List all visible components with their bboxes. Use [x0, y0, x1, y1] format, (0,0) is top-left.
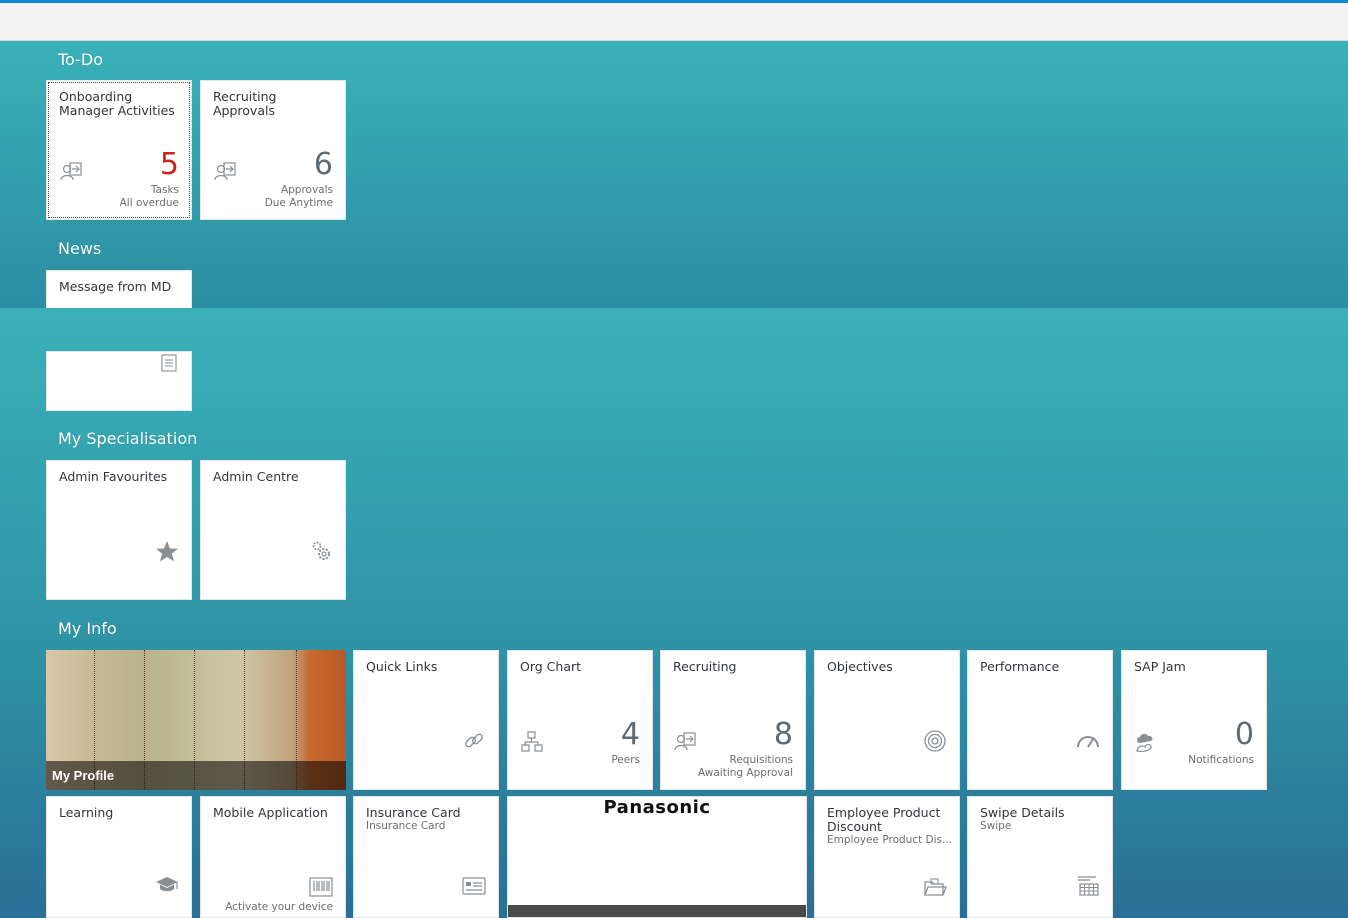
- target-icon: [923, 729, 947, 753]
- tile-title: Objectives: [827, 659, 893, 674]
- section-title-specialisation: My Specialisation: [58, 429, 198, 448]
- gears-icon: [309, 539, 333, 563]
- tile-title: Mobile Application: [213, 805, 328, 820]
- tile-insurance-card[interactable]: Insurance Card Insurance Card: [353, 796, 499, 918]
- tile-mobile-application[interactable]: Mobile Application Activate your device: [200, 796, 346, 918]
- tile-title: Message from MD: [59, 279, 172, 294]
- tile-message-from-md-bottom[interactable]: [46, 351, 192, 411]
- tile-title: Admin Favourites: [59, 469, 168, 484]
- shell-header-bar: [0, 0, 1348, 41]
- tile-admin-favourites[interactable]: Admin Favourites: [46, 460, 192, 600]
- section-title-news: News: [58, 239, 102, 258]
- tile-sap-jam[interactable]: SAP Jam 0 Notifications: [1121, 650, 1267, 790]
- tile-org-chart[interactable]: Org Chart 4 Peers: [507, 650, 653, 790]
- profile-label: My Profile: [46, 761, 346, 790]
- person-arrow-icon: [673, 731, 697, 753]
- card-icon: [462, 877, 486, 895]
- tile-title: SAP Jam: [1134, 659, 1186, 674]
- tile-subtitle: Swipe: [980, 820, 1012, 832]
- tile-title: Recruiting Approvals: [213, 89, 277, 118]
- org-chart-icon: [520, 731, 544, 753]
- tile-panasonic[interactable]: Panasonic: [507, 796, 807, 918]
- kpi-unit: Requisitions: [729, 754, 794, 766]
- panasonic-logo: Panasonic: [603, 797, 711, 818]
- tile-title: Quick Links: [366, 659, 438, 674]
- kpi-unit: Notifications: [1188, 754, 1254, 766]
- section-title-myinfo: My Info: [58, 619, 117, 638]
- barcode-icon: [309, 877, 333, 897]
- star-icon: [155, 539, 179, 563]
- tile-swipe-details[interactable]: Swipe Details Swipe: [967, 796, 1113, 918]
- tile-recruiting-approvals[interactable]: Recruiting Approvals 6 Approvals Due Any…: [200, 80, 346, 220]
- tile-learning[interactable]: Learning: [46, 796, 192, 918]
- tile-title: Swipe Details: [980, 805, 1065, 820]
- document-icon: [161, 354, 177, 372]
- folder-icon: [923, 877, 947, 897]
- section-title-todo: To-Do: [58, 50, 104, 69]
- panasonic-caption-bar: [508, 905, 806, 917]
- grid-list-icon: [1076, 875, 1100, 897]
- kpi-value: 0: [1234, 717, 1254, 752]
- tile-recruiting[interactable]: Recruiting 8 Requisitions Awaiting Appro…: [660, 650, 806, 790]
- tile-title: Onboarding Manager Activities: [59, 89, 175, 118]
- tile-title: Org Chart: [520, 659, 582, 674]
- link-icon: [462, 729, 486, 753]
- person-arrow-icon: [59, 161, 83, 183]
- tile-message-from-md-top[interactable]: Message from MD: [46, 270, 192, 308]
- kpi-footer: Awaiting Approval: [698, 767, 793, 779]
- tile-footer: Activate your device: [225, 901, 333, 913]
- tile-title: Recruiting: [673, 659, 737, 674]
- kpi-value: 8: [773, 717, 793, 752]
- kpi-footer: All overdue: [119, 197, 179, 209]
- kpi-value: 4: [620, 717, 640, 752]
- tile-subtitle: Employee Product Dis...: [827, 834, 953, 846]
- jam-cloud-icon: [1134, 731, 1158, 753]
- tile-admin-centre[interactable]: Admin Centre: [200, 460, 346, 600]
- kpi-unit: Peers: [611, 754, 640, 766]
- tile-title: Employee Product Discount: [827, 805, 941, 834]
- tile-title: Performance: [980, 659, 1060, 674]
- tile-title: Insurance Card: [366, 805, 461, 820]
- tile-my-profile[interactable]: My Profile: [46, 650, 346, 790]
- gauge-icon: [1076, 729, 1100, 753]
- tile-title: Admin Centre: [213, 469, 299, 484]
- tile-objectives[interactable]: Objectives: [814, 650, 960, 790]
- tile-employee-product-discount[interactable]: Employee Product Discount Employee Produ…: [814, 796, 960, 918]
- person-arrow-icon: [213, 161, 237, 183]
- tile-onboarding-manager-activities[interactable]: Onboarding Manager Activities 5 Tasks Al…: [46, 80, 192, 220]
- kpi-value: 6: [313, 147, 333, 182]
- graduation-cap-icon: [155, 875, 179, 895]
- tile-subtitle: Insurance Card: [366, 820, 446, 832]
- kpi-unit: Approvals: [280, 184, 333, 196]
- tile-title: Learning: [59, 805, 114, 820]
- tile-performance[interactable]: Performance: [967, 650, 1113, 790]
- kpi-unit: Tasks: [150, 184, 179, 196]
- kpi-footer: Due Anytime: [264, 197, 333, 209]
- kpi-value: 5: [159, 147, 179, 182]
- tile-quick-links[interactable]: Quick Links: [353, 650, 499, 790]
